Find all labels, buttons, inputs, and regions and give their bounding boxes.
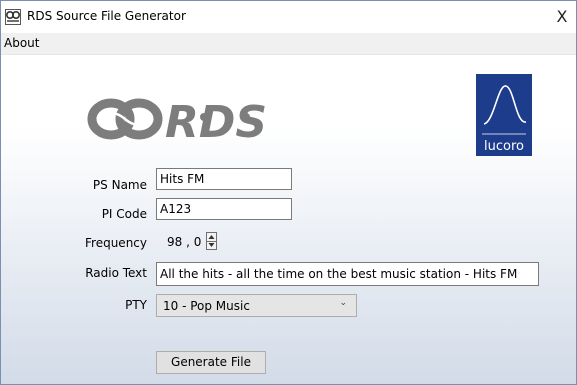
- app-window: RDS Source File Generator X About RDS lu…: [0, 0, 577, 385]
- radio-text-input[interactable]: All the hits - all the time on the best …: [156, 262, 539, 286]
- frequency-label: Frequency: [85, 236, 147, 250]
- close-button[interactable]: X: [548, 1, 576, 33]
- pty-label: PTY: [125, 298, 147, 312]
- spin-down-icon[interactable]: [207, 241, 216, 249]
- frequency-stepper[interactable]: [206, 232, 217, 250]
- pi-code-label: PI Code: [101, 207, 147, 221]
- ps-name-label: PS Name: [92, 178, 147, 192]
- lucoro-logo-text: lucoro: [484, 139, 524, 154]
- close-icon: X: [556, 7, 568, 26]
- chevron-down-icon: ⌄: [339, 298, 347, 308]
- rds-logo: RDS: [87, 97, 267, 145]
- lucoro-logo: lucoro: [476, 74, 532, 156]
- app-icon: [5, 9, 21, 25]
- menu-bar: About: [1, 33, 576, 55]
- pty-selected-value: 10 - Pop Music: [163, 299, 250, 313]
- window-title: RDS Source File Generator: [27, 9, 186, 23]
- radio-text-label: Radio Text: [85, 266, 147, 280]
- generate-file-button[interactable]: Generate File: [156, 351, 266, 374]
- frequency-value[interactable]: 98 , 0: [167, 235, 201, 249]
- main-panel: RDS lucoro PS Name Hits FM PI Code A123 …: [1, 55, 576, 384]
- title-bar[interactable]: RDS Source File Generator X: [1, 1, 576, 33]
- rds-logo-text: RDS: [165, 97, 267, 145]
- pty-select[interactable]: 10 - Pop Music ⌄: [156, 294, 357, 317]
- menu-item-about[interactable]: About: [4, 36, 39, 50]
- pi-code-input[interactable]: A123: [156, 198, 292, 220]
- ps-name-input[interactable]: Hits FM: [156, 168, 292, 190]
